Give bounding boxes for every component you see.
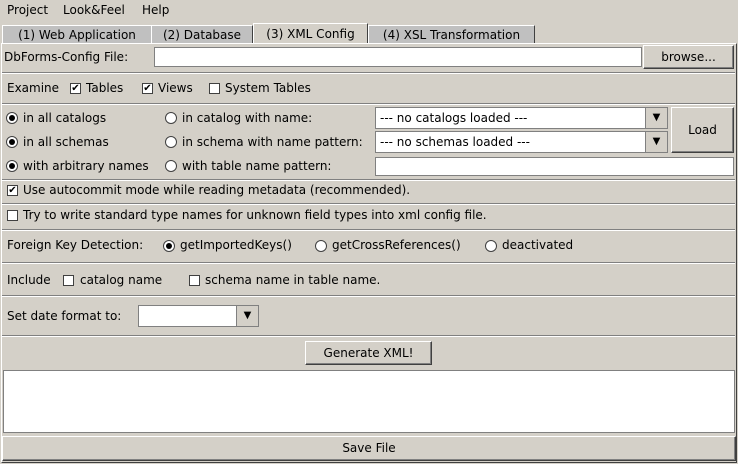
menu-look-and-feel[interactable]: Look&Feel xyxy=(63,3,125,17)
catalog-combo-value: --- no catalogs loaded --- xyxy=(380,111,528,125)
catalog-name-checkbox[interactable] xyxy=(63,275,74,286)
std-types-checkbox[interactable] xyxy=(7,210,18,221)
examine-label: Examine xyxy=(7,81,60,95)
arbitrary-names-radio[interactable] xyxy=(6,160,18,172)
tab-database[interactable]: (2) Database xyxy=(151,25,253,43)
chevron-down-icon[interactable]: ▼ xyxy=(645,108,667,128)
all-catalogs-label: in all catalogs xyxy=(23,111,107,125)
fk-deactivated-label: deactivated xyxy=(502,238,574,252)
views-checkbox[interactable]: ✔ xyxy=(142,83,153,94)
chevron-down-icon[interactable]: ▼ xyxy=(236,306,258,326)
tab-strip: (1) Web Application (2) Database (3) XML… xyxy=(0,23,738,44)
schema-combo[interactable]: --- no schemas loaded --- ▼ xyxy=(375,131,668,153)
all-schemas-label: in all schemas xyxy=(23,135,109,149)
schema-name-label: schema name in table name. xyxy=(205,273,381,287)
views-label: Views xyxy=(158,81,193,95)
separator xyxy=(2,103,735,105)
generate-xml-button[interactable]: Generate XML! xyxy=(305,341,432,365)
menu-project[interactable]: Project xyxy=(7,3,48,17)
save-file-button[interactable]: Save File xyxy=(2,436,736,461)
catalog-with-name-label: in catalog with name: xyxy=(182,111,313,125)
menu-help[interactable]: Help xyxy=(142,3,169,17)
tables-checkbox[interactable]: ✔ xyxy=(70,83,81,94)
fk-deactivated-radio[interactable] xyxy=(485,240,497,252)
check-icon: ✔ xyxy=(143,83,152,94)
config-file-input[interactable] xyxy=(154,47,642,67)
arbitrary-names-label: with arbitrary names xyxy=(23,159,149,173)
schema-combo-value: --- no schemas loaded --- xyxy=(380,135,530,149)
all-catalogs-radio[interactable] xyxy=(6,112,18,124)
system-tables-checkbox[interactable] xyxy=(209,83,220,94)
date-format-combo[interactable]: ▼ xyxy=(138,305,259,327)
table-pattern-input[interactable] xyxy=(375,157,734,176)
tables-label: Tables xyxy=(86,81,124,95)
check-icon: ✔ xyxy=(8,185,17,196)
autocommit-label: Use autocommit mode while reading metada… xyxy=(23,183,411,197)
date-format-label: Set date format to: xyxy=(7,309,122,323)
system-tables-label: System Tables xyxy=(225,81,311,95)
separator xyxy=(2,229,735,231)
schema-pattern-radio[interactable] xyxy=(165,136,177,148)
separator xyxy=(2,179,735,181)
table-pattern-radio[interactable] xyxy=(165,160,177,172)
separator xyxy=(2,295,735,297)
catalog-name-label: catalog name xyxy=(80,273,163,287)
include-label: Include xyxy=(7,273,51,287)
table-pattern-label: with table name pattern: xyxy=(182,159,332,173)
fk-label: Foreign Key Detection: xyxy=(7,238,144,252)
separator xyxy=(2,335,735,337)
autocommit-checkbox[interactable]: ✔ xyxy=(7,185,18,196)
std-types-label: Try to write standard type names for unk… xyxy=(23,208,487,222)
schema-name-checkbox[interactable] xyxy=(189,275,200,286)
check-icon: ✔ xyxy=(71,83,80,94)
schema-pattern-label: in schema with name pattern: xyxy=(182,135,363,149)
all-schemas-radio[interactable] xyxy=(6,136,18,148)
browse-button[interactable]: browse... xyxy=(643,45,734,69)
tab-web-application[interactable]: (1) Web Application xyxy=(2,25,152,43)
tab-xml-config[interactable]: (3) XML Config xyxy=(253,23,368,44)
catalog-combo[interactable]: --- no catalogs loaded --- ▼ xyxy=(375,107,668,129)
separator xyxy=(2,203,735,205)
separator xyxy=(2,262,735,264)
load-button[interactable]: Load xyxy=(671,107,734,153)
fk-cross-references-radio[interactable] xyxy=(315,240,327,252)
fk-imported-keys-label: getImportedKeys() xyxy=(180,238,292,252)
tab-xsl-transformation[interactable]: (4) XSL Transformation xyxy=(368,25,535,43)
menu-bar: Project Look&Feel Help xyxy=(0,0,738,21)
fk-cross-references-label: getCrossReferences() xyxy=(332,238,461,252)
config-file-label: DbForms-Config File: xyxy=(4,50,129,64)
separator xyxy=(2,72,735,74)
chevron-down-icon[interactable]: ▼ xyxy=(645,132,667,152)
xml-output-area[interactable] xyxy=(3,370,735,433)
catalog-with-name-radio[interactable] xyxy=(165,112,177,124)
fk-imported-keys-radio[interactable] xyxy=(163,240,175,252)
